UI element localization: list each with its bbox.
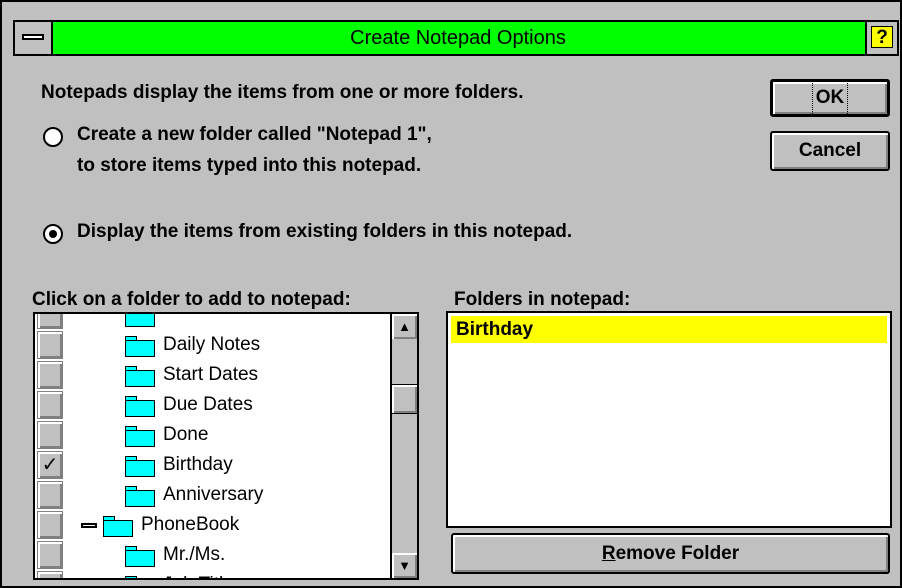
folder-icon xyxy=(125,366,155,387)
folder-checkbox[interactable] xyxy=(37,391,63,419)
folder-label: Due Dates xyxy=(163,394,253,415)
scroll-down-button[interactable]: ▼ xyxy=(392,553,417,578)
folder-label: Anniversary xyxy=(163,484,264,505)
folder-checkbox[interactable] xyxy=(37,361,63,389)
folder-icon xyxy=(125,486,155,507)
create-notepad-options-dialog: Create Notepad Options ? Notepads displa… xyxy=(0,0,902,588)
folder-label: Done xyxy=(163,424,209,445)
folder-icon xyxy=(125,396,155,417)
cancel-button-label: Cancel xyxy=(798,140,862,161)
radio-display-existing-folders[interactable] xyxy=(43,224,63,244)
collapse-icon[interactable] xyxy=(81,523,97,528)
tree-row[interactable]: Due Dates xyxy=(35,390,391,420)
option-existing-folders-label[interactable]: Display the items from existing folders … xyxy=(77,221,572,243)
tree-scrollbar[interactable]: ▲ ▼ xyxy=(390,314,417,578)
system-menu-button[interactable] xyxy=(15,22,53,54)
remove-folder-label: Remove Folder xyxy=(602,535,739,572)
remove-folder-accelerator: R xyxy=(601,543,616,564)
tree-header: Click on a folder to add to notepad: xyxy=(32,289,351,310)
tree-row[interactable]: ✓ Birthday xyxy=(35,450,391,480)
help-button[interactable]: ? xyxy=(865,22,897,54)
folder-icon-body xyxy=(103,520,133,537)
folder-icon-body xyxy=(125,550,155,567)
folder-icon-tab xyxy=(125,576,137,578)
ok-button[interactable]: OK xyxy=(770,79,890,117)
ok-button-label: OK xyxy=(811,80,849,116)
folder-icon xyxy=(125,576,155,578)
folder-checkbox[interactable] xyxy=(37,541,63,569)
tree-row[interactable]: Daily Notes xyxy=(35,330,391,360)
tree-row[interactable]: Job Title xyxy=(35,570,391,578)
folder-icon-body xyxy=(125,430,155,447)
cancel-button[interactable]: Cancel xyxy=(770,131,890,171)
folder-tree-list[interactable]: Daily Notes Start Dates Due Dates Done ✓ Birt… xyxy=(33,312,419,580)
folder-label: Start Dates xyxy=(163,364,259,385)
folder-label: Mr./Ms. xyxy=(163,544,226,565)
folder-icon-body xyxy=(125,400,155,417)
scroll-thumb[interactable] xyxy=(392,384,417,414)
folder-icon xyxy=(125,336,155,357)
folder-icon-body xyxy=(125,460,155,477)
folder-icon-body xyxy=(125,340,155,357)
folder-checkbox[interactable]: ✓ xyxy=(37,451,63,479)
scroll-up-button[interactable]: ▲ xyxy=(392,314,417,339)
intro-text: Notepads display the items from one or m… xyxy=(41,82,524,103)
system-menu-icon xyxy=(22,34,44,40)
option-new-folder-label-line2[interactable]: to store items typed into this notepad. xyxy=(77,155,421,177)
folder-icon xyxy=(103,516,133,537)
help-icon: ? xyxy=(871,26,893,48)
folder-checkbox[interactable] xyxy=(37,481,63,509)
folder-checkbox[interactable] xyxy=(37,421,63,449)
notepad-folders-header: Folders in notepad: xyxy=(454,289,631,310)
folder-label: Birthday xyxy=(163,454,233,475)
folder-checkbox[interactable] xyxy=(37,571,63,578)
folder-icon-body xyxy=(125,490,155,507)
folders-in-notepad-list[interactable]: Birthday xyxy=(446,311,892,528)
notepad-folder-item[interactable]: Birthday xyxy=(451,316,887,343)
dialog-title: Create Notepad Options xyxy=(350,27,566,49)
folder-checkbox[interactable] xyxy=(37,314,63,329)
tree-row[interactable] xyxy=(35,314,391,330)
tree-row[interactable]: PhoneBook xyxy=(35,510,391,540)
radio-create-new-folder[interactable] xyxy=(43,127,63,147)
folder-checkbox[interactable] xyxy=(37,511,63,539)
folder-icon xyxy=(125,314,155,327)
folder-label: Job Title xyxy=(163,574,234,578)
option-new-folder-label[interactable]: Create a new folder called "Notepad 1", xyxy=(77,124,432,146)
folder-icon-body xyxy=(125,370,155,387)
tree-row[interactable]: Done xyxy=(35,420,391,450)
folder-icon xyxy=(125,426,155,447)
remove-folder-button[interactable]: Remove Folder xyxy=(451,533,890,574)
remove-folder-label-rest: emove Folder xyxy=(615,543,740,564)
folder-icon xyxy=(125,456,155,477)
folder-icon-body xyxy=(125,314,155,327)
tree-row[interactable]: Anniversary xyxy=(35,480,391,510)
folder-label: Daily Notes xyxy=(163,334,261,355)
folder-label: PhoneBook xyxy=(141,514,240,535)
folder-icon xyxy=(125,546,155,567)
tree-row[interactable]: Start Dates xyxy=(35,360,391,390)
tree-row[interactable]: Mr./Ms. xyxy=(35,540,391,570)
title-bar: Create Notepad Options ? xyxy=(13,20,899,56)
folder-checkbox[interactable] xyxy=(37,331,63,359)
